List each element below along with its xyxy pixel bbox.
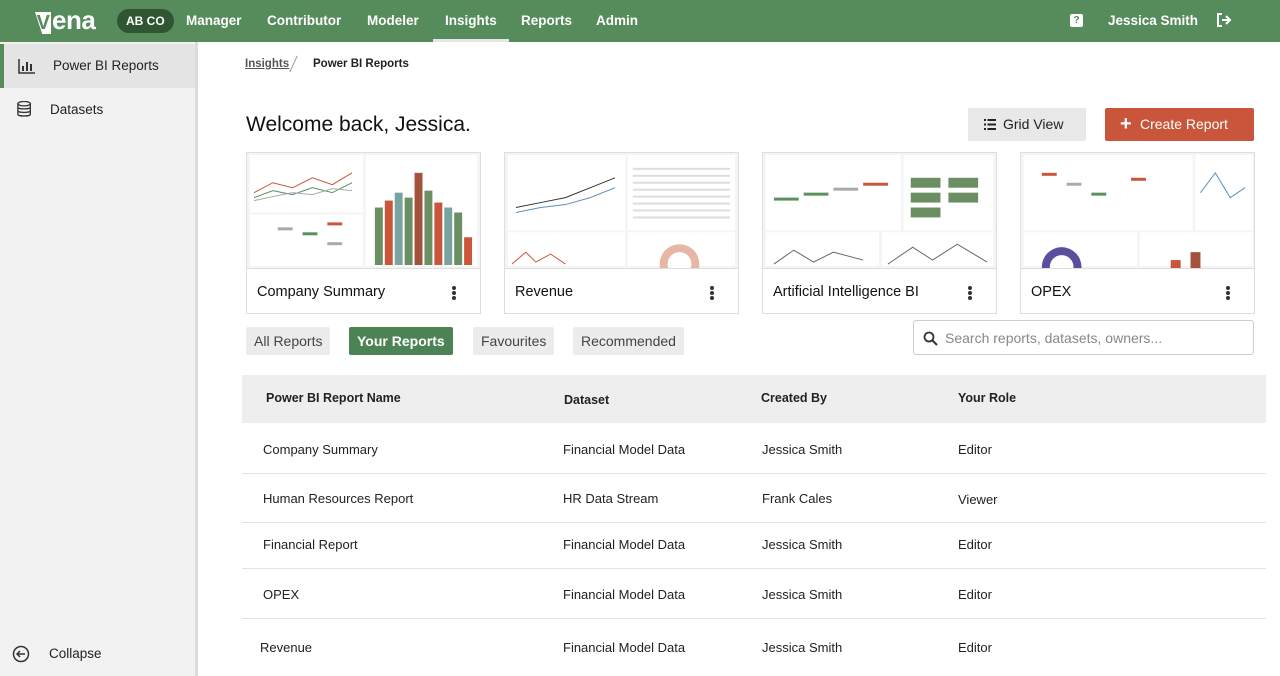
column-header-created-by[interactable]: Created By [761,375,827,421]
report-thumbnail [505,153,738,269]
search-input[interactable] [945,322,1245,353]
sidebar-item-power-bi-reports[interactable]: Power BI Reports [0,44,195,88]
search-box[interactable] [913,320,1254,355]
cell-role: Editor [958,442,992,457]
user-name[interactable]: Jessica Smith [1108,0,1198,41]
table-row[interactable]: Company Summary Financial Model Data Jes… [242,426,1266,474]
report-card-company-summary[interactable]: Company Summary [246,152,481,314]
sidebar-item-datasets[interactable]: Datasets [0,88,195,132]
card-title: OPEX [1031,284,1072,300]
report-thumbnail [763,153,996,269]
nav-reports[interactable]: Reports [521,0,572,42]
more-options-icon[interactable] [710,286,714,300]
page-title: Welcome back, Jessica. [246,113,471,136]
sidebar: Power BI Reports Datasets Collapse [0,42,198,676]
column-header-your-role[interactable]: Your Role [958,375,1016,421]
cell-created-by: Jessica Smith [762,442,843,457]
collapse-label: Collapse [49,646,102,661]
cell-created-by: Jessica Smith [762,640,843,655]
database-icon [17,101,31,117]
arrow-left-circle-icon [12,645,30,663]
bar-chart-icon [18,59,35,74]
cell-report-name[interactable]: Financial Report [263,521,358,569]
breadcrumb-current: Power BI Reports [313,58,409,70]
cell-created-by: Jessica Smith [762,537,843,552]
cell-report-name[interactable]: Revenue [260,624,312,672]
cell-created-by: Frank Cales [762,491,833,506]
nav-modeler[interactable]: Modeler [367,0,419,42]
card-title: Artificial Intelligence BI [773,284,919,300]
report-card-revenue[interactable]: Revenue [504,152,739,314]
help-icon[interactable]: ? [1070,14,1083,27]
column-header-report-name[interactable]: Power BI Report Name [266,375,401,421]
cell-role: Viewer [958,492,998,507]
report-card-artificial-intelligence-bi[interactable]: Artificial Intelligence BI [762,152,997,314]
cell-report-name[interactable]: Company Summary [263,426,378,474]
cell-role: Editor [958,640,992,655]
report-card-opex[interactable]: OPEX [1020,152,1255,314]
plus-icon: + [1120,113,1132,135]
nav-insights[interactable]: Insights [433,0,509,42]
search-icon [923,331,938,346]
more-options-icon[interactable] [1226,286,1230,300]
filter-all-reports[interactable]: All Reports [246,327,331,355]
create-report-button[interactable]: + Create Report [1105,108,1254,141]
cell-report-name[interactable]: OPEX [263,571,299,619]
nav-admin[interactable]: Admin [596,0,638,42]
cell-role: Editor [958,587,992,602]
card-title: Revenue [515,284,574,300]
cell-dataset: Financial Model Data [563,640,686,655]
more-options-icon[interactable] [452,286,456,300]
list-icon [984,119,996,130]
grid-view-button[interactable]: Grid View [968,108,1086,141]
collapse-button[interactable]: Collapse [0,638,195,670]
cell-dataset: HR Data Stream [563,491,659,506]
filter-your-reports[interactable]: Your Reports [349,327,453,355]
report-thumbnail [247,153,480,269]
grid-view-label: Grid View [1003,116,1064,132]
logo-mark: V [35,12,51,34]
more-options-icon[interactable] [968,286,972,300]
cell-dataset: Financial Model Data [563,537,686,552]
nav-contributor[interactable]: Contributor [267,0,341,42]
breadcrumb-insights[interactable]: Insights [245,58,289,70]
sidebar-item-label: Power BI Reports [53,58,159,73]
filter-favourites[interactable]: Favourites [473,327,555,355]
top-nav: Vena AB CO Manager Contributor Modeler I… [0,0,1280,42]
table-row[interactable]: Financial Report Financial Model Data Je… [242,521,1266,569]
table-header: Power BI Report Name Dataset Created By … [242,375,1266,423]
report-thumbnail [1021,153,1254,269]
cell-created-by: Jessica Smith [762,587,843,602]
nav-manager[interactable]: Manager [186,0,242,42]
card-title: Company Summary [257,284,386,300]
logout-icon[interactable] [1216,12,1232,28]
logo-text: ena [52,5,96,35]
cell-dataset: Financial Model Data [563,442,686,457]
column-header-dataset[interactable]: Dataset [564,377,609,423]
table-row[interactable]: Revenue Financial Model Data Jessica Smi… [242,624,1266,672]
cell-role: Editor [958,537,992,552]
create-report-label: Create Report [1140,116,1228,132]
org-badge[interactable]: AB CO [117,9,174,33]
filter-recommended[interactable]: Recommended [573,327,684,355]
breadcrumb-separator [289,55,298,73]
vena-logo[interactable]: Vena [35,5,96,35]
table-row[interactable]: Human Resources Report HR Data Stream Fr… [242,475,1266,523]
sidebar-item-label: Datasets [50,102,104,117]
cell-dataset: Financial Model Data [563,587,686,602]
cell-report-name[interactable]: Human Resources Report [263,475,413,523]
table-row[interactable]: OPEX Financial Model Data Jessica Smith … [242,571,1266,619]
